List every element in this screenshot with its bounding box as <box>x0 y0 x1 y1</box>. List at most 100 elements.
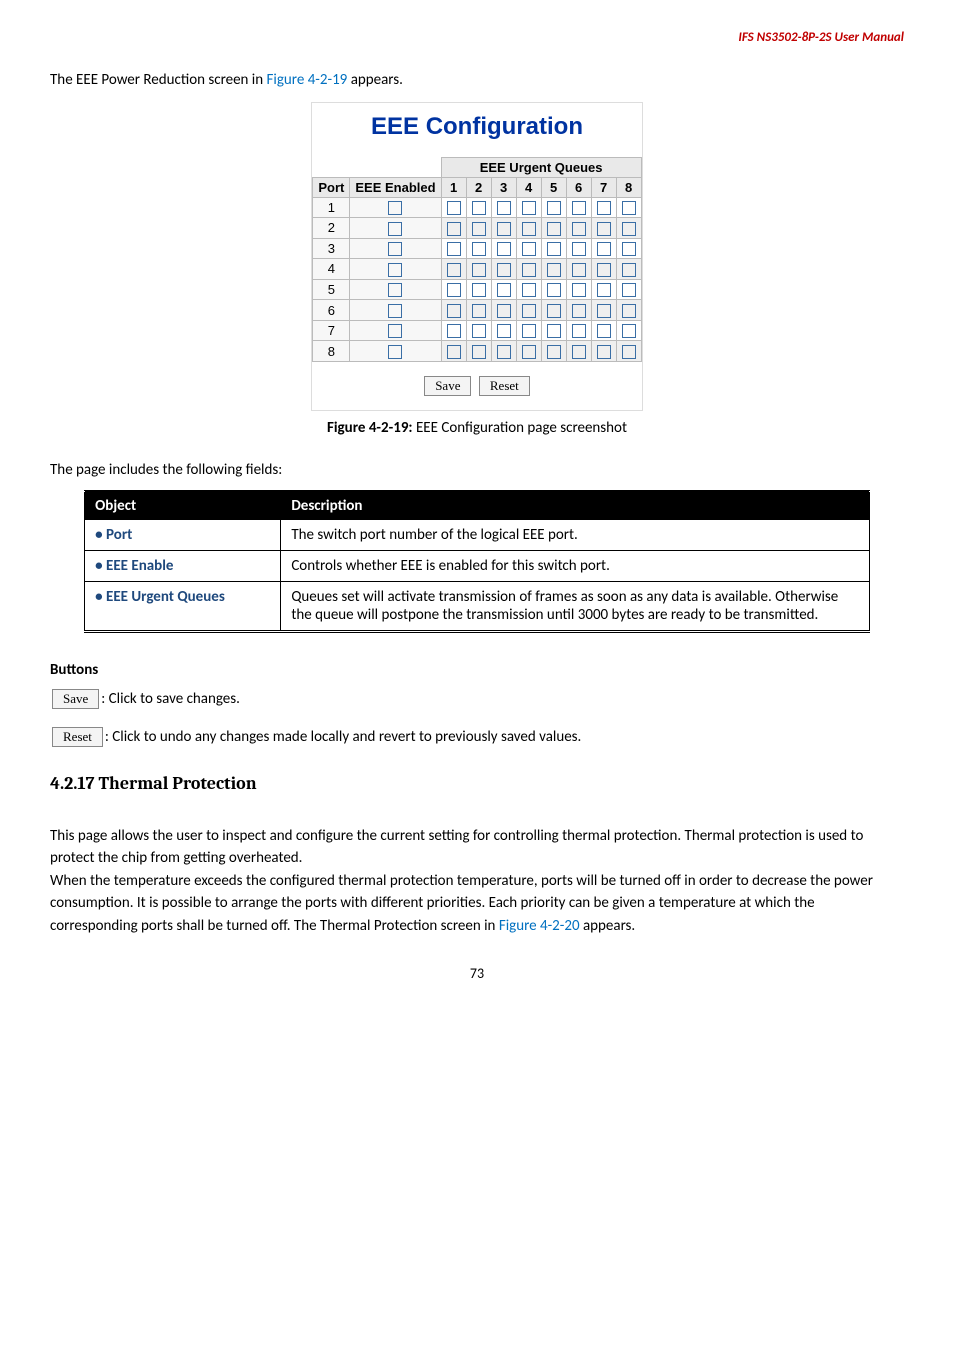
checkbox-icon[interactable] <box>572 304 586 318</box>
fields-intro: The page includes the following fields: <box>50 459 904 482</box>
table-row: 2 <box>313 218 641 239</box>
checkbox-icon[interactable] <box>447 283 461 297</box>
checkbox-icon[interactable] <box>447 304 461 318</box>
checkbox-icon[interactable] <box>522 324 536 338</box>
table-row: 3 <box>313 238 641 259</box>
checkbox-icon[interactable] <box>622 263 636 277</box>
checkbox-icon[interactable] <box>497 283 511 297</box>
save-button[interactable]: Save <box>424 376 471 396</box>
checkbox-icon[interactable] <box>572 242 586 256</box>
eee-config-figure: EEE Configuration EEE Urgent Queues Port… <box>311 102 643 412</box>
checkbox-icon[interactable] <box>547 324 561 338</box>
checkbox-icon[interactable] <box>522 304 536 318</box>
checkbox-icon[interactable] <box>622 242 636 256</box>
checkbox-icon[interactable] <box>547 222 561 236</box>
checkbox-icon[interactable] <box>597 304 611 318</box>
checkbox-icon[interactable] <box>472 201 486 215</box>
checkbox-icon[interactable] <box>597 222 611 236</box>
checkbox-icon[interactable] <box>572 201 586 215</box>
figure-title: EEE Configuration <box>312 113 642 141</box>
checkbox-icon[interactable] <box>497 242 511 256</box>
checkbox-icon[interactable] <box>572 263 586 277</box>
checkbox-icon[interactable] <box>547 242 561 256</box>
checkbox-icon[interactable] <box>547 345 561 359</box>
checkbox-icon[interactable] <box>547 283 561 297</box>
checkbox-icon[interactable] <box>497 304 511 318</box>
checkbox-icon[interactable] <box>472 324 486 338</box>
checkbox-icon[interactable] <box>388 263 402 277</box>
checkbox-icon[interactable] <box>622 345 636 359</box>
table-row: 4 <box>313 259 641 280</box>
checkbox-icon[interactable] <box>597 283 611 297</box>
intro-suffix: appears. <box>347 71 403 89</box>
checkbox-icon[interactable] <box>522 242 536 256</box>
checkbox-icon[interactable] <box>388 201 402 215</box>
checkbox-icon[interactable] <box>597 263 611 277</box>
checkbox-icon[interactable] <box>447 222 461 236</box>
checkbox-icon[interactable] <box>472 222 486 236</box>
checkbox-icon[interactable] <box>447 242 461 256</box>
reset-button[interactable]: Reset <box>479 376 530 396</box>
checkbox-icon[interactable] <box>597 324 611 338</box>
checkbox-icon[interactable] <box>497 222 511 236</box>
checkbox-icon[interactable] <box>572 283 586 297</box>
caption-text: EEE Configuration page screenshot <box>413 419 627 437</box>
checkbox-icon[interactable] <box>597 345 611 359</box>
reset-button[interactable]: Reset <box>52 727 103 747</box>
checkbox-icon[interactable] <box>572 345 586 359</box>
object-description-table: Object Description • Port The switch por… <box>84 490 870 633</box>
checkbox-icon[interactable] <box>497 263 511 277</box>
checkbox-icon[interactable] <box>472 345 486 359</box>
table-row: 5 <box>313 279 641 300</box>
col-q6: 6 <box>566 177 591 197</box>
checkbox-icon[interactable] <box>522 222 536 236</box>
checkbox-icon[interactable] <box>472 304 486 318</box>
checkbox-icon[interactable] <box>622 304 636 318</box>
col-q1: 1 <box>441 177 466 197</box>
checkbox-icon[interactable] <box>388 222 402 236</box>
col-q2: 2 <box>466 177 491 197</box>
col-object: Object <box>85 491 281 519</box>
checkbox-icon[interactable] <box>447 263 461 277</box>
checkbox-icon[interactable] <box>622 201 636 215</box>
checkbox-icon[interactable] <box>572 324 586 338</box>
obj-desc: Controls whether EEE is enabled for this… <box>281 550 870 581</box>
checkbox-icon[interactable] <box>597 201 611 215</box>
checkbox-icon[interactable] <box>522 283 536 297</box>
checkbox-icon[interactable] <box>388 345 402 359</box>
table-row: 8 <box>313 341 641 362</box>
checkbox-icon[interactable] <box>472 263 486 277</box>
checkbox-icon[interactable] <box>522 263 536 277</box>
section-heading: 4.2.17 Thermal Protection <box>50 773 904 794</box>
checkbox-icon[interactable] <box>522 345 536 359</box>
checkbox-icon[interactable] <box>497 201 511 215</box>
checkbox-icon[interactable] <box>497 345 511 359</box>
checkbox-icon[interactable] <box>572 222 586 236</box>
checkbox-icon[interactable] <box>522 201 536 215</box>
col-q3: 3 <box>491 177 516 197</box>
table-row: • EEE Urgent Queues Queues set will acti… <box>85 581 870 631</box>
checkbox-icon[interactable] <box>472 242 486 256</box>
checkbox-icon[interactable] <box>547 201 561 215</box>
checkbox-icon[interactable] <box>622 222 636 236</box>
checkbox-icon[interactable] <box>497 324 511 338</box>
page-number: 73 <box>50 965 904 982</box>
checkbox-icon[interactable] <box>622 324 636 338</box>
checkbox-icon[interactable] <box>388 283 402 297</box>
save-button[interactable]: Save <box>52 689 99 709</box>
eee-config-table: EEE Urgent Queues Port EEE Enabled 1 2 3… <box>312 157 641 363</box>
figure-ref-link: Figure 4-2-19 <box>267 71 348 89</box>
checkbox-icon[interactable] <box>447 324 461 338</box>
checkbox-icon[interactable] <box>388 324 402 338</box>
checkbox-icon[interactable] <box>447 345 461 359</box>
checkbox-icon[interactable] <box>547 304 561 318</box>
checkbox-icon[interactable] <box>547 263 561 277</box>
table-row: 6 <box>313 300 641 321</box>
checkbox-icon[interactable] <box>472 283 486 297</box>
thermal-prefix: This page allows the user to inspect and… <box>50 827 873 935</box>
checkbox-icon[interactable] <box>447 201 461 215</box>
checkbox-icon[interactable] <box>622 283 636 297</box>
checkbox-icon[interactable] <box>597 242 611 256</box>
checkbox-icon[interactable] <box>388 242 402 256</box>
checkbox-icon[interactable] <box>388 304 402 318</box>
